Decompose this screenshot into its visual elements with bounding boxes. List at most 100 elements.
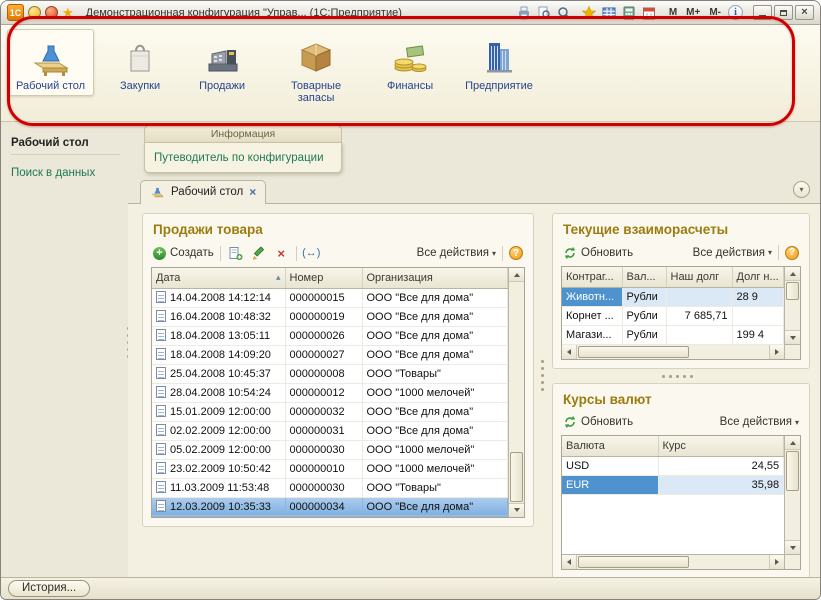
table-cell[interactable]: Магази... [562, 325, 622, 344]
table-cell[interactable]: 12.03.2009 10:35:33 [152, 497, 285, 516]
table-cell[interactable] [666, 325, 732, 344]
table-cell[interactable]: ООО "Все для дома" [362, 497, 508, 516]
close-button[interactable]: × [795, 5, 814, 20]
table-cell[interactable]: 000000032 [285, 402, 362, 421]
table-row[interactable]: 02.02.2009 12:00:00000000031ООО "Все для… [152, 421, 508, 440]
table-cell[interactable]: 14.04.2008 14:12:14 [152, 288, 285, 307]
settlements-all-actions-button[interactable]: Все действия ▾ [693, 247, 772, 259]
scroll-down-button[interactable] [509, 503, 524, 517]
table-cell[interactable]: 25.04.2008 10:45:37 [152, 364, 285, 383]
configuration-guide-link[interactable]: Путеводитель по конфигурации [154, 152, 324, 164]
calculator-icon[interactable] [621, 4, 638, 21]
vertical-scrollbar[interactable] [784, 436, 800, 554]
table-cell[interactable]: Рубли [622, 325, 666, 344]
table-cell[interactable]: ООО "Все для дома" [362, 326, 508, 345]
section-purchases[interactable]: Закупки [104, 29, 176, 96]
table-cell[interactable]: 7 685,71 [666, 306, 732, 325]
table-row[interactable]: 25.04.2008 10:45:37000000008ООО "Товары" [152, 364, 508, 383]
table-row[interactable]: 16.04.2008 10:48:32000000019ООО "Все для… [152, 307, 508, 326]
table-icon[interactable] [601, 4, 618, 21]
app-logo-1c[interactable]: 1С [7, 4, 24, 21]
table-cell[interactable]: Животн... [562, 287, 622, 306]
minimize-button[interactable] [753, 5, 772, 20]
main-menu-button[interactable] [28, 6, 41, 19]
column-header[interactable]: Долг н... [732, 267, 784, 287]
quick-access-button[interactable] [45, 6, 58, 19]
table-cell[interactable]: ООО "Все для дома" [362, 345, 508, 364]
table-row[interactable]: 23.02.2009 10:50:42000000010ООО "1000 ме… [152, 459, 508, 478]
scrollbar-thumb[interactable] [510, 452, 523, 502]
table-row[interactable]: 28.04.2008 10:54:24000000012ООО "1000 ме… [152, 383, 508, 402]
table-cell[interactable]: 000000030 [285, 440, 362, 459]
memory-m-plus-button[interactable]: M+ [683, 6, 703, 19]
set-interval-button[interactable]: (↔) [303, 245, 320, 261]
table-cell[interactable]: 000000010 [285, 459, 362, 478]
table-cell[interactable]: 28.04.2008 10:54:24 [152, 383, 285, 402]
scroll-left-button[interactable] [562, 555, 577, 569]
table-cell[interactable]: USD [562, 456, 658, 475]
tab-desktop[interactable]: Рабочий стол × [140, 180, 266, 204]
scroll-right-button[interactable] [769, 555, 784, 569]
memory-m-button[interactable]: M [666, 6, 680, 19]
tab-list-button[interactable]: ▾ [793, 181, 810, 198]
column-header[interactable]: Наш долг [666, 267, 732, 287]
print-icon[interactable] [516, 4, 533, 21]
scrollbar-track[interactable] [509, 282, 524, 503]
table-row[interactable]: 05.02.2009 12:00:00000000030ООО "1000 ме… [152, 440, 508, 459]
edit-button[interactable] [250, 245, 267, 261]
table-cell[interactable]: 23.02.2009 10:50:42 [152, 459, 285, 478]
section-enterprise[interactable]: Предприятие [456, 29, 542, 96]
column-header[interactable]: Организация [362, 268, 508, 288]
scroll-left-button[interactable] [562, 345, 577, 359]
table-cell[interactable]: EUR [562, 475, 658, 494]
scroll-up-button[interactable] [785, 267, 800, 281]
table-cell[interactable]: 24,55 [658, 456, 784, 475]
column-header[interactable]: Номер [285, 268, 362, 288]
table-cell[interactable]: 000000019 [285, 307, 362, 326]
table-row[interactable]: Животн...Рубли28 9 [562, 287, 784, 306]
vertical-scrollbar[interactable] [784, 267, 800, 344]
create-button[interactable]: + Создать [153, 247, 214, 260]
table-cell[interactable]: 000000027 [285, 345, 362, 364]
currency-refresh-button[interactable]: Обновить [563, 415, 633, 429]
table-cell[interactable]: 15.01.2009 12:00:00 [152, 402, 285, 421]
table-cell[interactable]: ООО "Все для дома" [362, 402, 508, 421]
about-info-button[interactable]: i [728, 5, 743, 20]
table-cell[interactable]: ООО "1000 мелочей" [362, 383, 508, 402]
currency-all-actions-button[interactable]: Все действия ▾ [720, 416, 799, 428]
table-row[interactable]: Магази...Рубли 199 4 [562, 325, 784, 344]
scroll-right-button[interactable] [769, 345, 784, 359]
table-cell[interactable]: 18.04.2008 14:09:20 [152, 345, 285, 364]
scrollbar-track[interactable] [785, 281, 800, 330]
table-cell[interactable]: 11.03.2009 11:53:48 [152, 478, 285, 497]
table-row[interactable]: 15.01.2009 12:00:00000000032ООО "Все для… [152, 402, 508, 421]
table-cell[interactable] [666, 287, 732, 306]
table-cell[interactable]: 199 4 [732, 325, 784, 344]
tab-close-icon[interactable]: × [249, 187, 256, 197]
history-button[interactable]: История... [8, 580, 90, 597]
table-cell[interactable]: Рубли [622, 287, 666, 306]
table-cell[interactable]: 02.02.2009 12:00:00 [152, 421, 285, 440]
table-row[interactable]: 14.04.2008 14:12:14000000015ООО "Все для… [152, 288, 508, 307]
table-row[interactable]: USD24,55 [562, 456, 784, 475]
maximize-button[interactable] [774, 5, 793, 20]
horizontal-scrollbar[interactable] [562, 554, 800, 569]
scrollbar-thumb[interactable] [578, 346, 689, 358]
section-finance[interactable]: Финансы [374, 29, 446, 96]
help-button[interactable]: ? [785, 246, 799, 260]
horizontal-scrollbar[interactable] [562, 344, 800, 359]
add-favorite-icon[interactable] [581, 4, 598, 21]
table-row[interactable]: 11.03.2009 11:53:48000000030ООО "Товары" [152, 478, 508, 497]
delete-button[interactable]: × [273, 245, 290, 261]
help-button[interactable]: ? [509, 246, 523, 260]
table-row[interactable]: 18.04.2008 13:05:11000000026ООО "Все для… [152, 326, 508, 345]
table-cell[interactable]: Рубли [622, 306, 666, 325]
scroll-up-button[interactable] [509, 268, 524, 282]
favorites-star-icon[interactable]: ★ [62, 6, 74, 19]
table-cell[interactable]: ООО "Все для дома" [362, 421, 508, 440]
table-cell[interactable]: 000000015 [285, 288, 362, 307]
table-cell[interactable]: 000000008 [285, 364, 362, 383]
scrollbar-track[interactable] [577, 555, 769, 569]
table-cell[interactable]: ООО "Все для дома" [362, 307, 508, 326]
scrollbar-track[interactable] [785, 450, 800, 540]
